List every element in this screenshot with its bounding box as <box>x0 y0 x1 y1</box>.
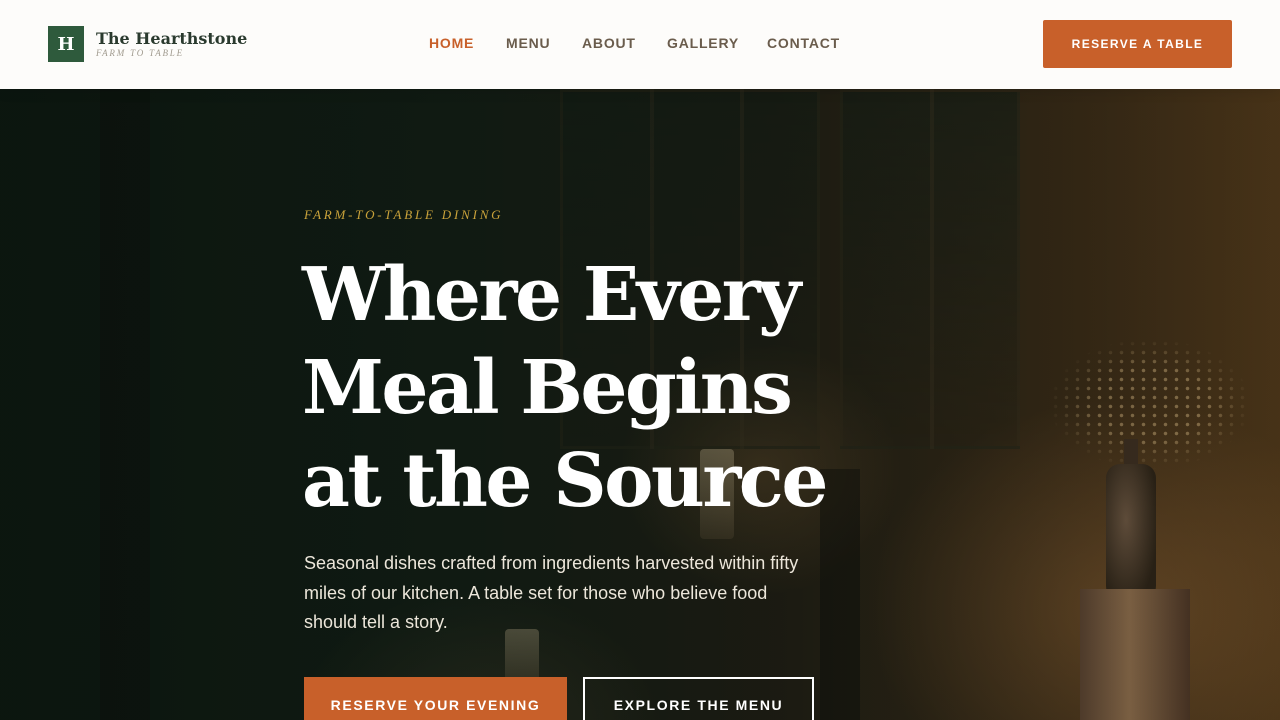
nav-home[interactable]: HOME <box>429 35 474 51</box>
hero-headline: Where Every Meal Begins at the Source <box>302 249 862 528</box>
brand-name[interactable]: The Hearthstone <box>96 29 247 48</box>
hero-eyebrow: FARM-TO-TABLE DINING <box>304 207 504 222</box>
headline-line: Where Every <box>302 252 801 338</box>
nav-contact[interactable]: CONTACT <box>767 35 840 51</box>
logo-mark[interactable]: H <box>48 26 84 62</box>
headline-line: at the Source <box>302 438 828 524</box>
hero-section: FARM-TO-TABLE DINING Where Every Meal Be… <box>0 89 1280 720</box>
hero-description: Seasonal dishes crafted from ingredients… <box>304 553 799 632</box>
nav-gallery[interactable]: GALLERY <box>667 35 739 51</box>
reserve-table-button[interactable]: RESERVE A TABLE <box>1043 20 1232 68</box>
site-header: H The Hearthstone FARM TO TABLE HOME MEN… <box>0 0 1280 89</box>
nav-about[interactable]: ABOUT <box>582 35 636 51</box>
brand-tagline: FARM TO TABLE <box>96 48 184 58</box>
headline-line: Meal Begins <box>302 345 793 431</box>
nav-menu[interactable]: MENU <box>506 35 550 51</box>
reserve-evening-button[interactable]: RESERVE YOUR EVENING <box>304 677 567 720</box>
explore-menu-button[interactable]: EXPLORE THE MENU <box>583 677 814 720</box>
